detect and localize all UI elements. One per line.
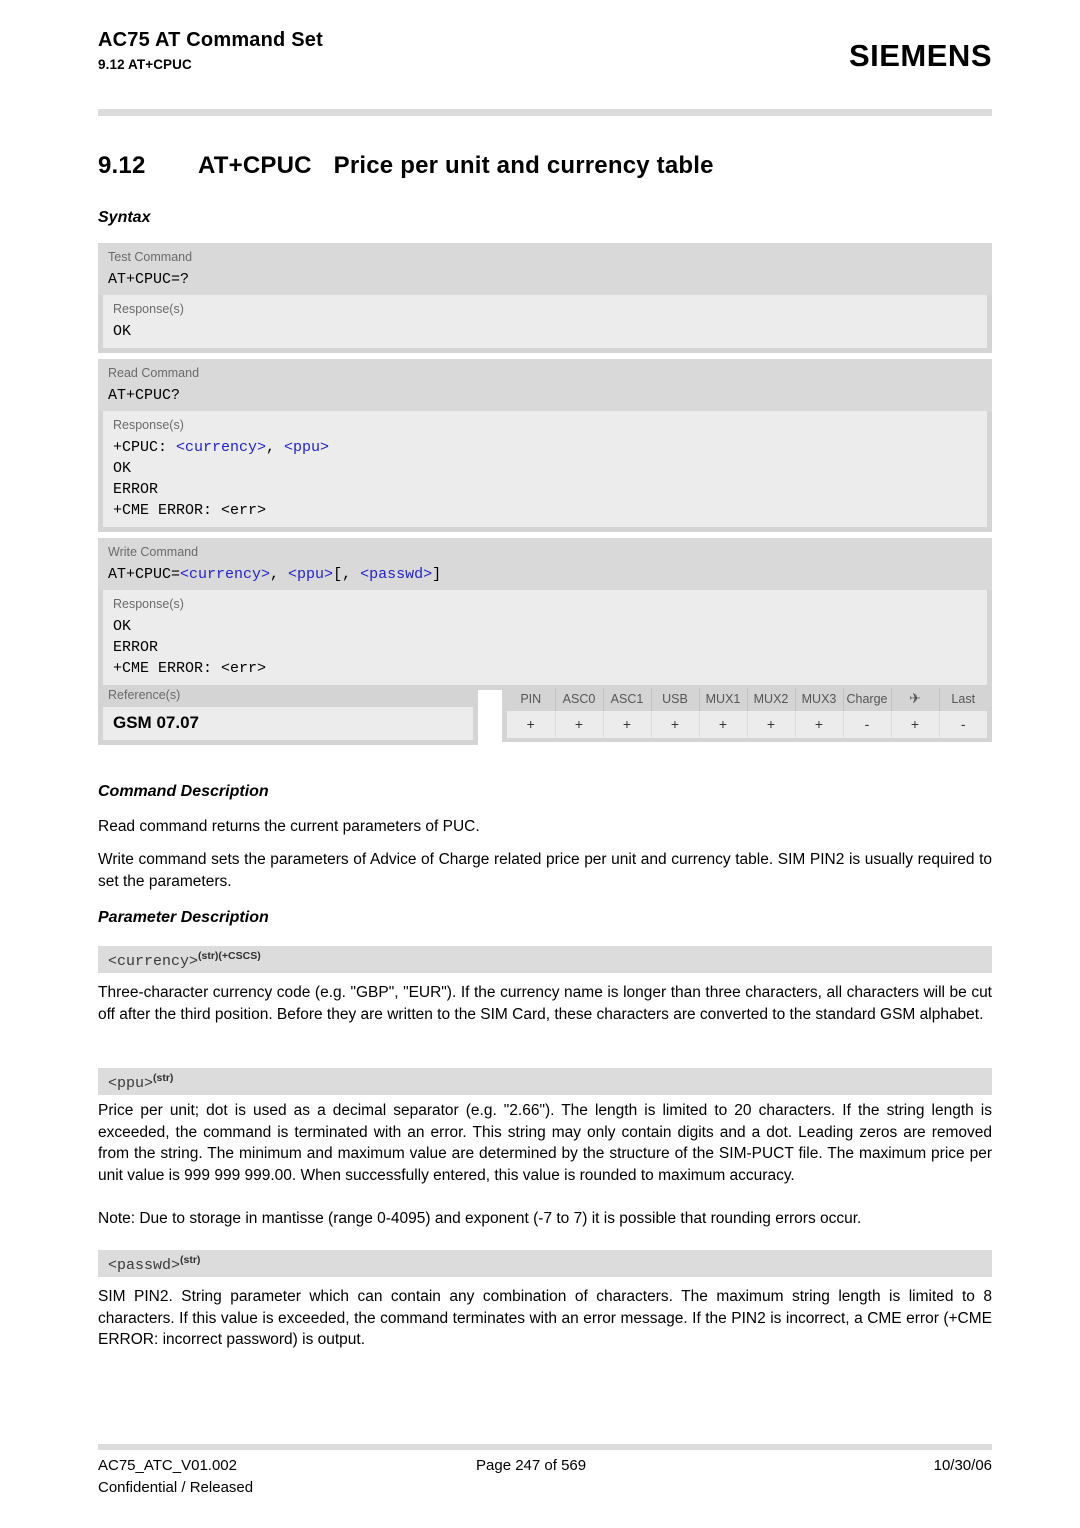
capability-value-mux1: +: [699, 711, 748, 738]
page-footer: AC75_ATC_V01.002 Page 247 of 569 10/30/0…: [98, 1455, 992, 1505]
capability-header-mux3: MUX3: [795, 688, 844, 711]
syntax-response-line: OK: [113, 460, 132, 477]
syntax-block-read-command: Read Command AT+CPUC? Response(s) +CPUC:…: [98, 359, 992, 532]
capability-header-charge: Charge: [843, 688, 892, 711]
syntax-command-label: Write Command: [108, 545, 199, 559]
syntax-heading: Syntax: [98, 209, 151, 226]
capability-header-mux1: MUX1: [699, 688, 748, 711]
footer-page-number: Page 247 of 569: [476, 1457, 587, 1474]
command-description-paragraph: Read command returns the current paramet…: [98, 818, 480, 835]
capability-header-asc0: ASC0: [555, 688, 604, 711]
capability-header-pin: PIN: [507, 688, 556, 711]
syntax-command-section: Test Command AT+CPUC=?: [98, 243, 992, 295]
syntax-response-line: OK: [113, 618, 132, 635]
capability-value-row: + + + + + + + - + -: [507, 711, 987, 738]
section-number: 9.12: [98, 152, 146, 179]
syntax-parameter: <currency>: [176, 439, 267, 456]
capability-header-asc1: ASC1: [603, 688, 652, 711]
syntax-response-label: Response(s): [113, 597, 184, 611]
syntax-parameter: <currency>: [180, 566, 271, 583]
syntax-response-line: ERROR: [113, 481, 159, 498]
section-command: AT+CPUC: [198, 152, 312, 179]
capability-table-box: PIN ASC0 ASC1 USB MUX1 MUX2 MUX3 Charge …: [502, 686, 992, 742]
syntax-command-section: Read Command AT+CPUC?: [98, 359, 992, 411]
command-description-heading: Command Description: [98, 783, 269, 800]
airplane-icon: ✈: [891, 688, 940, 711]
parameter-text-passwd: SIM PIN2. String parameter which can con…: [98, 1288, 992, 1348]
capability-table: PIN ASC0 ASC1 USB MUX1 MUX2 MUX3 Charge …: [507, 688, 987, 738]
syntax-response-section: Response(s) OK: [103, 295, 987, 348]
syntax-block-write-command: Write Command AT+CPUC=<currency>, <ppu>[…: [98, 538, 992, 690]
parameter-note-ppu: Note: Due to storage in mantisse (range …: [98, 1210, 862, 1227]
parameter-text-currency: Three-character currency code (e.g. "GBP…: [98, 984, 992, 1023]
syntax-response-section: Response(s) OK ERROR +CME ERROR: <err>: [103, 590, 987, 685]
syntax-response-line: OK: [113, 323, 132, 340]
capability-value-airplane: +: [891, 711, 940, 738]
syntax-parameter: <passwd>: [360, 566, 433, 583]
parameter-label-passwd: <passwd>(str): [98, 1250, 992, 1277]
capability-value-pin: +: [507, 711, 556, 738]
capability-value-usb: +: [651, 711, 700, 738]
parameter-name: <currency>: [108, 953, 199, 970]
references-box: Reference(s) GSM 07.07: [98, 686, 478, 745]
parameter-name: <passwd>: [108, 1257, 181, 1274]
syntax-command-text: AT+CPUC?: [108, 387, 181, 404]
document-page: AC75 AT Command Set 9.12 AT+CPUC SIEMENS…: [0, 0, 1080, 1528]
parameter-superscript: (str): [153, 1072, 174, 1084]
footer-classification: Confidential / Released: [98, 1479, 254, 1496]
syntax-response-line: ERROR: [113, 639, 159, 656]
parameter-text-ppu: Price per unit; dot is used as a decimal…: [98, 1102, 992, 1184]
syntax-response-label: Response(s): [113, 418, 184, 432]
syntax-response-section: Response(s) +CPUC: <currency>, <ppu> OK …: [103, 411, 987, 527]
parameter-label-currency: <currency>(str)(+CSCS): [98, 946, 992, 973]
footer-divider: [98, 1444, 992, 1450]
parameter-name: <ppu>: [108, 1075, 154, 1092]
capability-header-row: PIN ASC0 ASC1 USB MUX1 MUX2 MUX3 Charge …: [507, 688, 987, 711]
footer-doc-id: AC75_ATC_V01.002: [98, 1457, 237, 1474]
syntax-command-text: AT+CPUC=<currency>, <ppu>[, <passwd>]: [108, 566, 442, 583]
parameter-superscript: (str)(+CSCS): [198, 950, 261, 962]
footer-date: 10/30/06: [933, 1457, 992, 1474]
syntax-response-line: +CPUC: <currency>, <ppu>: [113, 439, 330, 456]
references-label: Reference(s): [108, 688, 181, 702]
capability-value-asc0: +: [555, 711, 604, 738]
syntax-command-section: Write Command AT+CPUC=<currency>, <ppu>[…: [98, 538, 992, 590]
capability-header-last: Last: [939, 688, 987, 711]
syntax-response-line: +CME ERROR: <err>: [113, 660, 267, 677]
syntax-table: Test Command AT+CPUC=? Response(s) OK Re…: [98, 243, 992, 696]
siemens-logo: SIEMENS: [848, 38, 992, 73]
reference-row: Reference(s) GSM 07.07 PIN ASC0 ASC1 USB…: [98, 686, 992, 748]
syntax-parameter: <ppu>: [288, 566, 334, 583]
syntax-response-line: +CME ERROR: <err>: [113, 502, 267, 519]
syntax-response-label: Response(s): [113, 302, 184, 316]
parameter-label-ppu: <ppu>(str): [98, 1068, 992, 1095]
capability-value-mux2: +: [747, 711, 796, 738]
parameter-description-heading: Parameter Description: [98, 909, 269, 926]
header-divider: [98, 109, 992, 116]
syntax-command-text: AT+CPUC=?: [108, 271, 190, 288]
capability-value-last: -: [939, 711, 987, 738]
page-header: AC75 AT Command Set 9.12 AT+CPUC SIEMENS: [98, 28, 992, 98]
syntax-block-test-command: Test Command AT+CPUC=? Response(s) OK: [98, 243, 992, 353]
page-title: 9.12 AT+CPUC Price per unit and currency t…: [98, 152, 714, 180]
capability-header-mux2: MUX2: [747, 688, 796, 711]
references-value: GSM 07.07: [103, 707, 473, 740]
capability-header-usb: USB: [651, 688, 700, 711]
syntax-command-label: Read Command: [108, 366, 200, 380]
capability-value-mux3: +: [795, 711, 844, 738]
parameter-superscript: (str): [180, 1254, 201, 1266]
section-title-text: Price per unit and currency table: [333, 152, 714, 179]
syntax-command-label: Test Command: [108, 250, 193, 264]
capability-value-charge: -: [843, 711, 892, 738]
capability-value-asc1: +: [603, 711, 652, 738]
command-description-paragraph: Write command sets the parameters of Adv…: [98, 851, 992, 890]
syntax-parameter: <ppu>: [284, 439, 330, 456]
